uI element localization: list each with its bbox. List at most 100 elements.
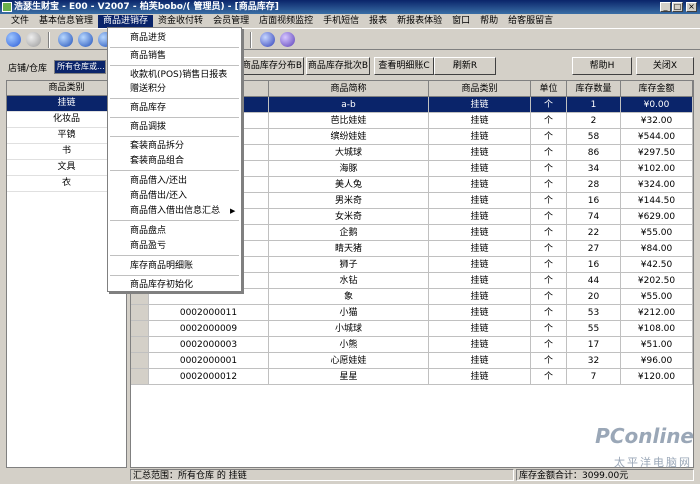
row-indicator[interactable]: [131, 337, 149, 353]
cell-amount: ¥212.00: [621, 305, 693, 321]
dd-item-stock-init[interactable]: 商品库存初始化: [130, 278, 193, 292]
cell-qty: 1: [567, 97, 621, 113]
cell-qty: 44: [567, 273, 621, 289]
menu-basic-info[interactable]: 基本信息管理: [34, 15, 98, 28]
dd-item-stock[interactable]: 商品库存: [130, 101, 166, 115]
dd-separator: [110, 136, 239, 137]
cell-category: 挂链: [429, 97, 531, 113]
dd-separator: [110, 170, 239, 171]
close-window-button[interactable]: ×: [686, 2, 697, 12]
grid-header-cell[interactable]: 单位: [531, 81, 567, 97]
grid-header-cell[interactable]: 库存数量: [567, 81, 621, 97]
row-indicator[interactable]: [131, 305, 149, 321]
stock-distribution-button[interactable]: 商品库存分布B: [240, 57, 304, 75]
toolbar-separator: [48, 32, 50, 48]
cell-amount: ¥55.00: [621, 289, 693, 305]
info-icon[interactable]: [280, 32, 295, 47]
cell-amount: ¥0.00: [621, 97, 693, 113]
cell-name: 男米奇: [269, 193, 429, 209]
dd-item-pos-report[interactable]: 收款机(POS)销售日报表: [130, 68, 227, 82]
forward-icon[interactable]: [26, 32, 41, 47]
dd-item-purchase[interactable]: 商品进货: [130, 31, 166, 45]
cell-category: 挂链: [429, 337, 531, 353]
maximize-button[interactable]: □: [672, 2, 683, 12]
menu-file[interactable]: 文件: [6, 15, 34, 28]
grid-header-cell[interactable]: 库存金额: [621, 81, 693, 97]
dd-item-lend-out[interactable]: 商品借出/还入: [130, 189, 187, 203]
refresh-button[interactable]: 刷新R: [434, 57, 496, 75]
cell-qty: 55: [567, 321, 621, 337]
help-icon[interactable]: [260, 32, 275, 47]
menu-new-reports[interactable]: 新报表体验: [392, 15, 447, 28]
table-row[interactable]: 0002000001 心愿娃娃 挂链个 32 ¥96.00: [131, 353, 693, 369]
cell-amount: ¥144.50: [621, 193, 693, 209]
dd-item-sales[interactable]: 商品销售: [130, 49, 166, 63]
window-title: 浩瑟生财宝 - E00 - V2007 - 柏芙bobo/( 管理员) - [商…: [14, 2, 279, 12]
cell-qty: 86: [567, 145, 621, 161]
row-indicator[interactable]: [131, 353, 149, 369]
toolbar: [0, 28, 700, 50]
cell-unit: 个: [531, 273, 567, 289]
dd-item-stocktake[interactable]: 商品盘点: [130, 224, 166, 238]
back-icon[interactable]: [6, 32, 21, 47]
stock-batch-button[interactable]: 商品库存批次B: [306, 57, 370, 75]
cell-amount: ¥544.00: [621, 129, 693, 145]
cell-unit: 个: [531, 369, 567, 385]
submenu-arrow-icon: ▶: [230, 207, 236, 215]
cell-qty: 58: [567, 129, 621, 145]
store-select[interactable]: 所有仓库或...: [54, 60, 106, 74]
menu-reports[interactable]: 报表: [364, 15, 392, 28]
dd-item-transfer[interactable]: 商品调拨: [130, 120, 166, 134]
dd-item-borrow-summary[interactable]: 商品借入借出信息汇总: [130, 204, 220, 218]
minimize-button[interactable]: _: [660, 2, 671, 12]
cell-unit: 个: [531, 97, 567, 113]
cell-category: 挂链: [429, 273, 531, 289]
view-detail-button[interactable]: 查看明细账C: [374, 57, 434, 75]
grid-header-cell[interactable]: 商品类别: [429, 81, 531, 97]
close-button[interactable]: 关闭X: [636, 57, 694, 75]
cell-qty: 16: [567, 193, 621, 209]
table-row[interactable]: 0002000012 星星 挂链个 7 ¥120.00: [131, 369, 693, 385]
cell-amount: ¥629.00: [621, 209, 693, 225]
dd-item-combine-set[interactable]: 套装商品组合: [130, 154, 184, 168]
cell-name: 美人兔: [269, 177, 429, 193]
cell-qty: 34: [567, 161, 621, 177]
dd-item-points[interactable]: 赠送积分: [130, 82, 166, 96]
cell-name: a-b: [269, 97, 429, 113]
dd-separator: [110, 47, 239, 48]
cell-qty: 16: [567, 257, 621, 273]
store-label: 店铺/仓库: [8, 64, 48, 74]
dd-item-borrow-in[interactable]: 商品借入/还出: [130, 174, 187, 188]
menu-sms[interactable]: 手机短信: [318, 15, 364, 28]
menu-funds[interactable]: 资金收付转: [153, 15, 208, 28]
menu-help[interactable]: 帮助: [475, 15, 503, 28]
table-row[interactable]: 0002000011 小猫 挂链个 53 ¥212.00: [131, 305, 693, 321]
menu-video[interactable]: 店面视频监控: [254, 15, 318, 28]
dd-item-split-set[interactable]: 套装商品拆分: [130, 139, 184, 153]
menu-members[interactable]: 会员管理: [208, 15, 254, 28]
cell-unit: 个: [531, 305, 567, 321]
cell-unit: 个: [531, 129, 567, 145]
filter-row: 店铺/仓库 所有仓库或... 商品库存分布B 商品库存批次B 查看明细账C 刷新…: [0, 52, 700, 78]
cell-unit: 个: [531, 193, 567, 209]
menu-window[interactable]: 窗口: [447, 15, 475, 28]
cell-code: 0002000012: [149, 369, 269, 385]
cell-category: 挂链: [429, 129, 531, 145]
globe-icon[interactable]: [58, 32, 73, 47]
dd-item-stock-ledger[interactable]: 库存商品明细账: [130, 259, 193, 273]
refresh-icon[interactable]: [78, 32, 93, 47]
menu-feedback[interactable]: 给客服留言: [503, 15, 558, 28]
app-icon: [2, 2, 12, 12]
dd-item-profit-loss[interactable]: 商品盈亏: [130, 239, 166, 253]
table-row[interactable]: 0002000009 小城球 挂链个 55 ¥108.00: [131, 321, 693, 337]
row-indicator[interactable]: [131, 321, 149, 337]
menu-inventory[interactable]: 商品进销存: [98, 14, 154, 28]
cell-code: 0002000001: [149, 353, 269, 369]
grid-header-cell[interactable]: 商品简称: [269, 81, 429, 97]
dd-separator: [110, 255, 239, 256]
cell-category: 挂链: [429, 145, 531, 161]
cell-category: 挂链: [429, 257, 531, 273]
help-button[interactable]: 帮助H: [572, 57, 632, 75]
table-row[interactable]: 0002000003 小熊 挂链个 17 ¥51.00: [131, 337, 693, 353]
row-indicator[interactable]: [131, 369, 149, 385]
